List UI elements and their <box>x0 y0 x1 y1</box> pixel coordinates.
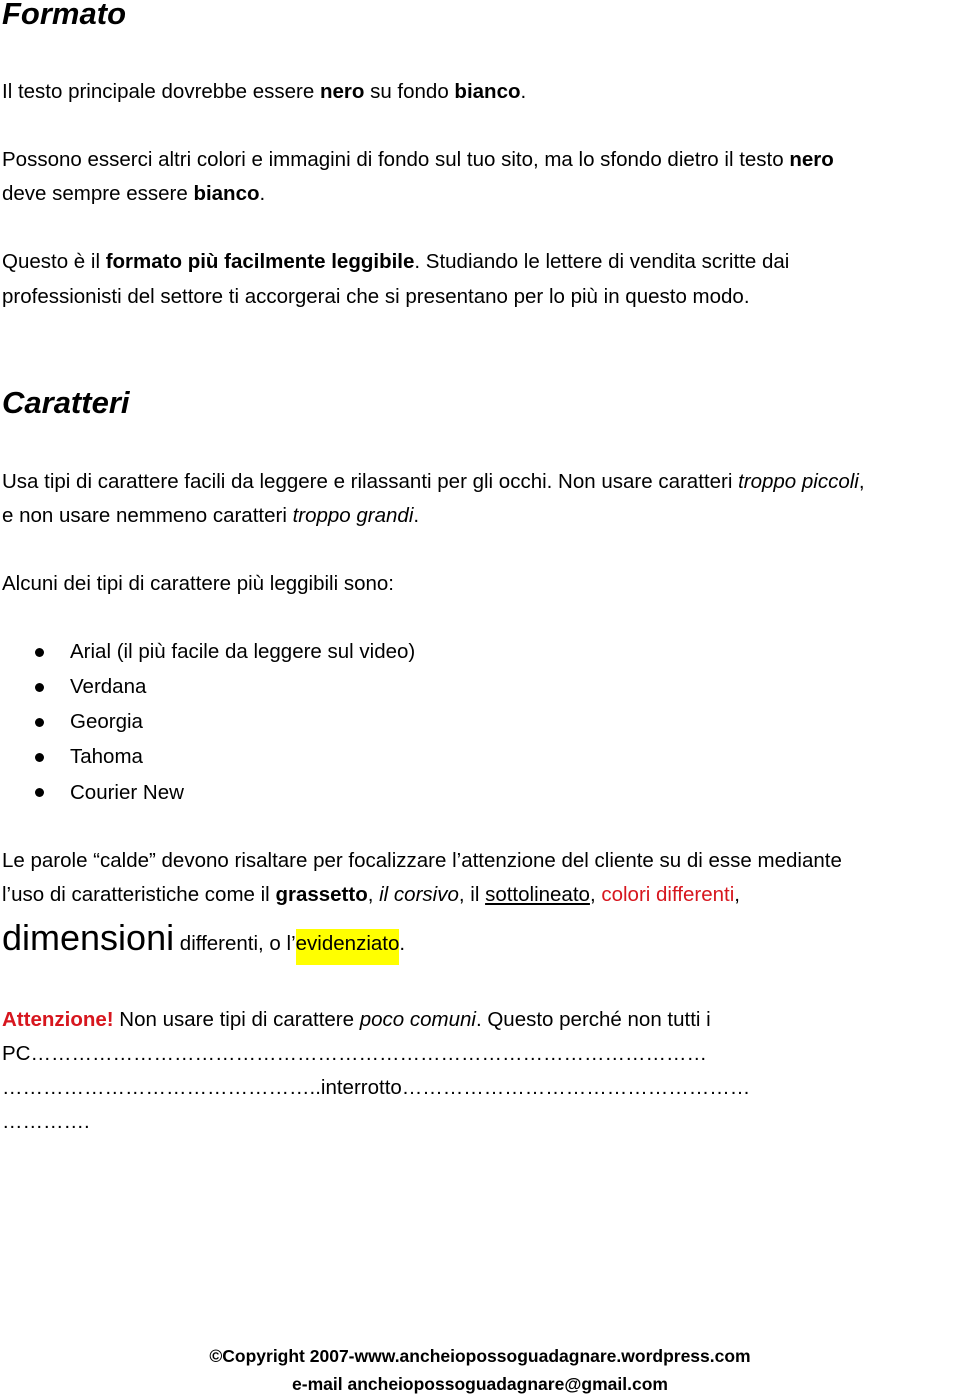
list-item-text: Georgia <box>70 710 143 733</box>
heading-caratteri: Caratteri <box>2 385 130 420</box>
paragraph-hot-words-line1: Le parole “calde” devono risaltare per f… <box>2 849 842 872</box>
bullet-icon <box>35 683 44 692</box>
list-item-text: Verdana <box>70 675 147 698</box>
warning-label: Attenzione! <box>2 1008 114 1031</box>
italic-text: troppo grandi <box>292 504 414 527</box>
text: . Studiando le lettere di vendita scritt… <box>414 250 790 273</box>
list-item-text: Courier New <box>70 781 184 804</box>
footer-email: e-mail ancheiopossoguadagnare@gmail.com <box>292 1374 668 1394</box>
paragraph-hot-words-line2: l’uso di caratteristiche come il grasset… <box>2 883 740 907</box>
paragraph-main-text: Il testo principale dovrebbe essere nero… <box>2 80 526 104</box>
list-item-text: Tahoma <box>70 745 143 768</box>
paragraph-background-line2: deve sempre essere bianco. <box>2 182 265 206</box>
paragraph-format-line1: Questo è il formato più facilmente leggi… <box>2 250 789 274</box>
text: l’uso di caratteristiche come il <box>2 883 276 906</box>
text: Questo è il <box>2 250 106 273</box>
text: . <box>413 504 420 527</box>
text: . <box>520 80 527 103</box>
paragraph-fonts-line2: e non usare nemmeno caratteri troppo gra… <box>2 504 419 528</box>
text: Usa tipi di carattere facili da leggere … <box>2 470 739 493</box>
paragraph-fonts-line1: Usa tipi di carattere facili da leggere … <box>2 470 865 494</box>
text: differenti, o l’ <box>174 932 296 955</box>
paragraph-hot-words-line3: dimensioni differenti, o l’evidenziato. <box>2 917 406 965</box>
paragraph-format-line2: professionisti del settore ti accorgerai… <box>2 285 750 308</box>
text: Non usare tipi di carattere <box>113 1008 360 1031</box>
red-text: colori differenti <box>601 883 735 906</box>
bold-text: nero <box>789 148 834 171</box>
text: deve sempre essere <box>2 182 194 205</box>
bullet-icon <box>35 718 44 727</box>
text: . <box>259 182 266 205</box>
text: Il testo principale dovrebbe essere <box>2 80 320 103</box>
large-text: dimensioni <box>2 917 175 958</box>
text: . Questo perché non tutti i <box>475 1008 711 1031</box>
paragraph-warning-line2: PC……………………………………………………………………………………… <box>2 1042 707 1065</box>
footer-copyright: ©Copyright 2007-www.ancheiopossoguadagna… <box>209 1346 751 1366</box>
bullet-icon <box>35 788 44 797</box>
heading-formato: Formato <box>2 0 126 31</box>
highlighted-text: evidenziato <box>295 929 400 965</box>
bold-text: grassetto <box>275 883 368 906</box>
text: , <box>367 883 380 906</box>
text: Possono esserci altri colori e immagini … <box>2 148 790 171</box>
text: su fondo <box>364 80 455 103</box>
paragraph-background-line1: Possono esserci altri colori e immagini … <box>2 148 834 172</box>
bold-text: bianco <box>193 182 260 205</box>
paragraph-warning-line1: Attenzione! Non usare tipi di carattere … <box>2 1008 711 1032</box>
list-item-text: Arial (il più facile da leggere sul vide… <box>70 640 416 663</box>
paragraph-warning-line4: …………. <box>2 1110 90 1133</box>
bold-text: nero <box>319 80 365 103</box>
text: . <box>399 932 406 955</box>
text: , il <box>458 883 486 906</box>
text: , <box>589 883 602 906</box>
italic-text: poco comuni <box>359 1008 476 1031</box>
bullet-icon <box>35 753 44 762</box>
text: e non usare nemmeno caratteri <box>2 504 293 527</box>
bold-text: bianco <box>454 80 521 103</box>
underlined-text: sottolineato <box>485 883 590 906</box>
paragraph-warning-line3: ………………………………………..interrotto…………………………………… <box>2 1076 751 1099</box>
bold-text: formato più facilmente leggibile <box>105 250 415 273</box>
text: , <box>858 470 865 493</box>
bullet-icon <box>35 648 44 657</box>
paragraph-readable-fonts-intro: Alcuni dei tipi di carattere più leggibi… <box>2 572 395 595</box>
italic-text: il corsivo <box>379 883 459 906</box>
italic-text: troppo piccoli <box>738 470 859 493</box>
text: , <box>734 883 740 906</box>
